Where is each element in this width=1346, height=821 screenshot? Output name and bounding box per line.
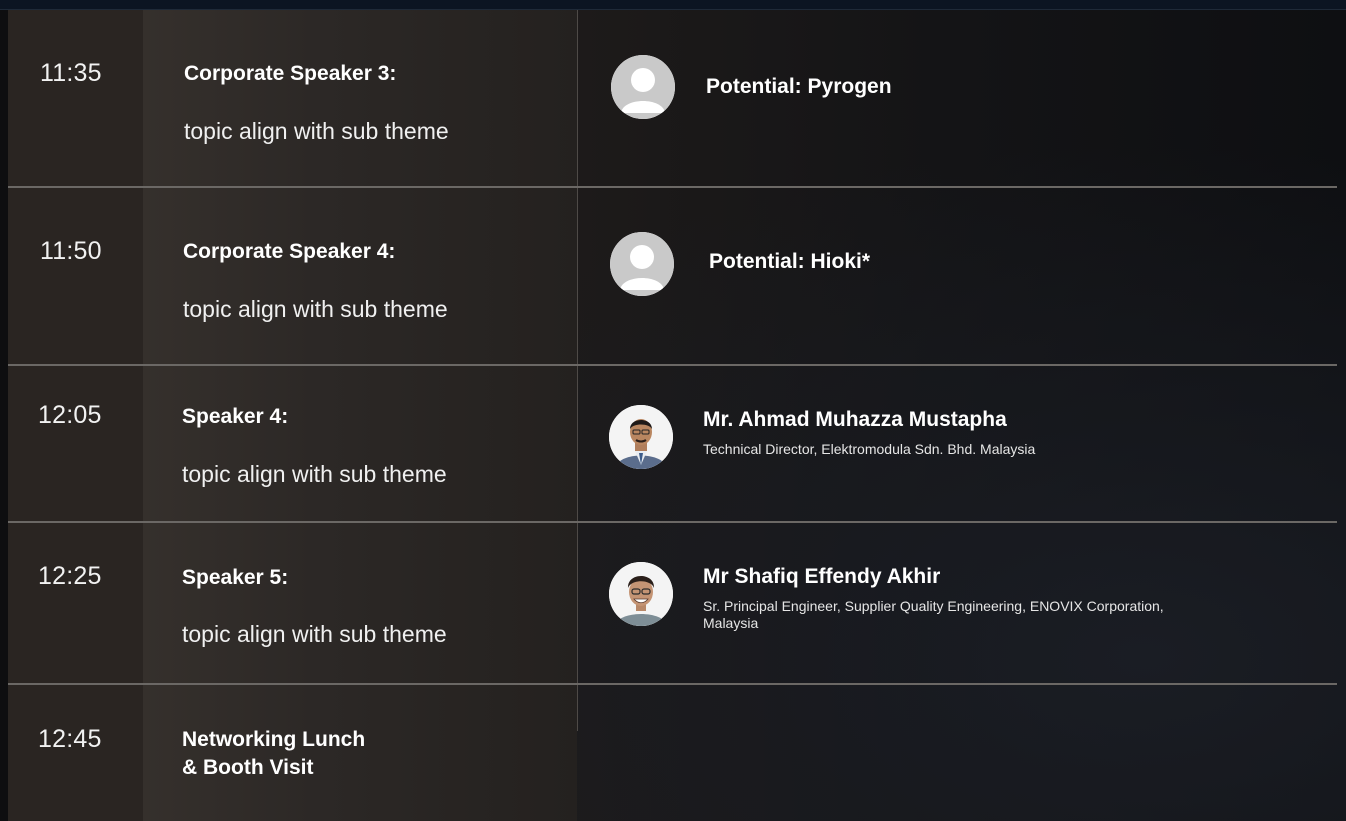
session-title: Corporate Speaker 3: [184, 62, 397, 85]
session-topic: topic align with sub theme [182, 621, 447, 647]
session-title: Speaker 4: [182, 405, 289, 428]
session-topic: topic align with sub theme [182, 461, 447, 487]
session-time: 12:45 [38, 725, 102, 753]
placeholder-person-icon [610, 232, 674, 296]
session-time: 12:25 [38, 562, 102, 590]
speaker-role: Technical Director, Elektromodula Sdn. B… [703, 441, 1036, 457]
session-title: Speaker 5: [182, 566, 289, 589]
speaker-photo [609, 562, 673, 626]
row-divider [8, 186, 1337, 188]
session-time: 11:50 [40, 237, 102, 265]
speaker-name: Potential: Hioki* [709, 250, 871, 273]
row-divider [8, 364, 1337, 366]
speaker-name: Mr Shafiq Effendy Akhir [703, 565, 941, 588]
session-time: 11:35 [40, 59, 102, 87]
session-title-line: & Booth Visit [182, 756, 314, 779]
speaker-name: Potential: Pyrogen [706, 75, 892, 98]
left-edge [0, 10, 8, 821]
session-title: Corporate Speaker 4: [183, 240, 396, 263]
session-title: Networking Lunch & Booth Visit [182, 726, 365, 782]
placeholder-person-icon [611, 55, 675, 119]
row-divider [8, 683, 1337, 685]
speaker-role: Sr. Principal Engineer, Supplier Quality… [703, 598, 1164, 631]
session-title-line: Networking Lunch [182, 728, 366, 751]
session-topic: topic align with sub theme [183, 296, 448, 322]
top-bar [0, 0, 1346, 10]
row-divider [8, 521, 1337, 523]
session-time: 12:05 [38, 401, 102, 429]
session-topic: topic align with sub theme [184, 118, 449, 144]
agenda-page: 11:35 Corporate Speaker 3: topic align w… [0, 0, 1346, 821]
speaker-name: Mr. Ahmad Muhazza Mustapha [703, 408, 1007, 431]
column-divider [577, 10, 578, 731]
speaker-photo [609, 405, 673, 469]
